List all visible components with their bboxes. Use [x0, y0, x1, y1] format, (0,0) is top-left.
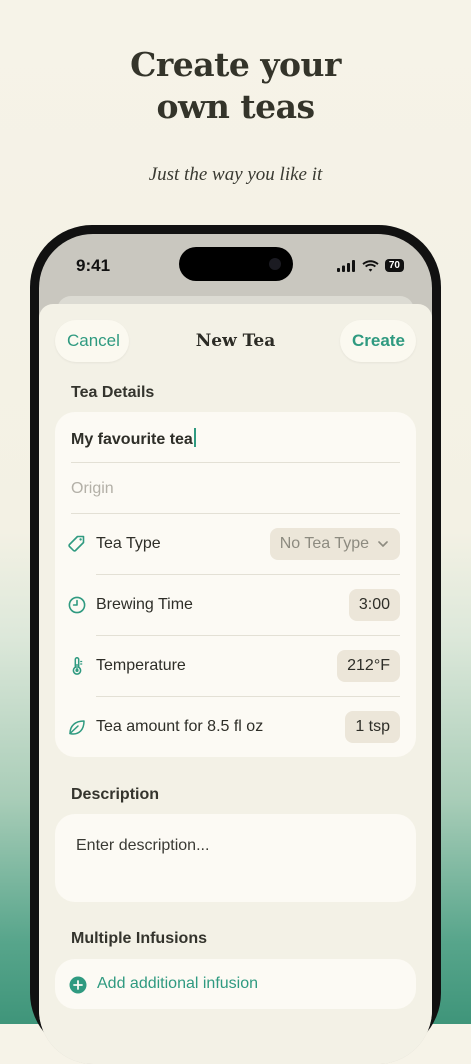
tea-type-row[interactable]: Tea Type No Tea Type [55, 514, 416, 574]
tea-name-field[interactable]: My favourite tea [71, 428, 400, 450]
text-cursor [193, 428, 196, 447]
promo-headline: Create your own teas [0, 44, 471, 128]
tea-name-value: My favourite tea [71, 431, 193, 448]
camera-icon [269, 258, 281, 270]
multiple-infusions-heading: Multiple Infusions [71, 930, 207, 947]
description-field[interactable]: Enter description... [55, 814, 416, 902]
temperature-row[interactable]: Temperature 212°F [55, 636, 416, 696]
tea-details-card: My favourite tea Origin Tea Type No Tea … [55, 412, 416, 757]
promo-headline-line1: Create your [130, 45, 341, 84]
thermometer-icon [72, 657, 83, 675]
description-placeholder: Enter description... [76, 837, 210, 854]
battery-icon: 70 [384, 259, 404, 272]
brewing-time-label: Brewing Time [96, 596, 193, 613]
new-tea-sheet: Cancel New Tea Create Tea Details My fav… [39, 304, 432, 1064]
temperature-label: Temperature [96, 657, 186, 674]
leaf-icon [69, 720, 85, 735]
clock-icon [68, 596, 86, 614]
dynamic-island [179, 247, 293, 281]
add-infusion-label: Add additional infusion [97, 975, 259, 992]
promo-tagline: Just the way you like it [148, 164, 323, 185]
wifi-icon [362, 259, 379, 272]
plus-circle-icon [69, 976, 87, 994]
phone-screen: 9:41 70 Cancel New Tea Create Tea Detail… [39, 234, 432, 1064]
origin-field[interactable]: Origin [71, 480, 400, 502]
tea-details-heading: Tea Details [71, 384, 155, 401]
status-time: 9:41 [76, 256, 111, 275]
tea-type-select[interactable]: No Tea Type [269, 528, 400, 560]
cellular-signal-icon [336, 259, 355, 272]
temperature-value[interactable]: 212°F [337, 650, 400, 682]
status-bar: 9:41 70 [39, 234, 432, 294]
status-icons: 70 [336, 259, 404, 272]
tea-amount-row[interactable]: Tea amount for 8.5 fl oz 1 tsp [55, 697, 416, 757]
create-button[interactable]: Create [340, 320, 416, 362]
promo-headline-line2: own teas [156, 87, 315, 126]
phone-frame: 9:41 70 Cancel New Tea Create Tea Detail… [30, 225, 441, 1064]
tea-amount-label: Tea amount for 8.5 fl oz [96, 718, 264, 735]
tea-type-label: Tea Type [96, 535, 161, 552]
add-infusion-button[interactable]: Add additional infusion [55, 959, 416, 1009]
chevron-down-icon [378, 541, 388, 547]
brewing-time-value[interactable]: 3:00 [348, 589, 400, 621]
divider [71, 462, 400, 463]
tag-icon [68, 535, 85, 552]
brewing-time-row[interactable]: Brewing Time 3:00 [55, 575, 416, 635]
description-heading: Description [71, 786, 160, 803]
tea-type-value: No Tea Type [279, 535, 369, 552]
tea-amount-value[interactable]: 1 tsp [345, 711, 400, 743]
